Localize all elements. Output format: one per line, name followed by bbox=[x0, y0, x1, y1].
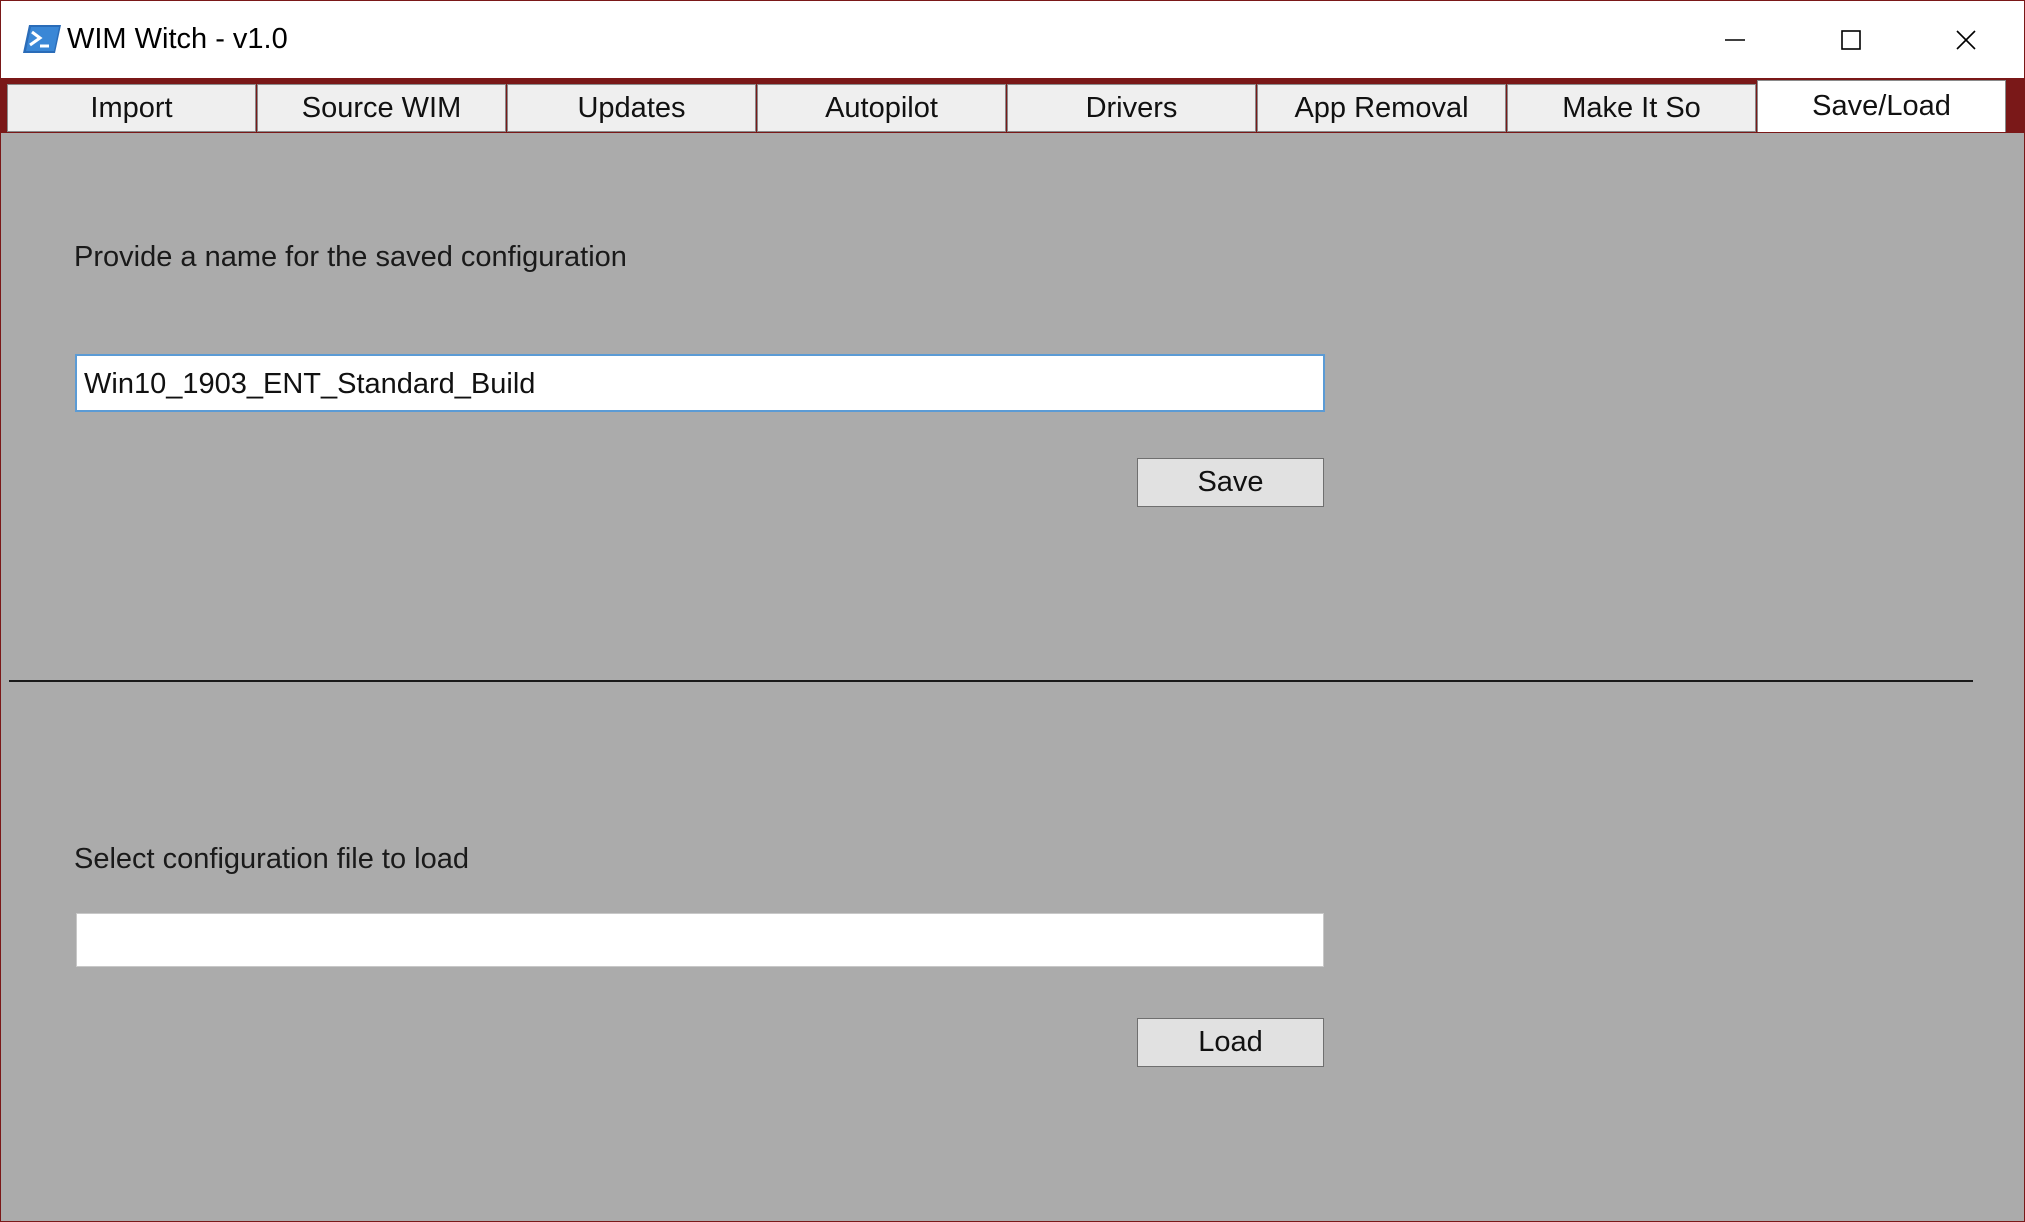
tab-app-removal[interactable]: App Removal bbox=[1257, 84, 1506, 132]
save-name-label: Provide a name for the saved configurati… bbox=[74, 241, 627, 273]
load-button[interactable]: Load bbox=[1137, 1018, 1324, 1067]
save-name-input[interactable]: Win10_1903_ENT_Standard_Build bbox=[75, 354, 1325, 412]
minimize-icon bbox=[1724, 29, 1746, 51]
title-bar[interactable]: WIM Witch - v1.0 bbox=[1, 1, 2024, 78]
tab-source-wim[interactable]: Source WIM bbox=[257, 84, 506, 132]
save-button[interactable]: Save bbox=[1137, 458, 1324, 507]
tab-updates[interactable]: Updates bbox=[507, 84, 756, 132]
close-icon bbox=[1955, 29, 1977, 51]
section-divider bbox=[9, 680, 1973, 682]
load-file-input[interactable] bbox=[76, 913, 1324, 967]
powershell-icon bbox=[23, 23, 61, 55]
window-title: WIM Witch - v1.0 bbox=[67, 23, 288, 55]
tab-strip: Import Source WIM Updates Autopilot Driv… bbox=[1, 78, 2024, 133]
app-window: WIM Witch - v1.0 Import Source WIM Updat… bbox=[0, 0, 2025, 1222]
maximize-icon bbox=[1840, 29, 1862, 51]
tab-save-load[interactable]: Save/Load bbox=[1757, 80, 2006, 132]
tab-autopilot[interactable]: Autopilot bbox=[757, 84, 1006, 132]
save-load-panel: Provide a name for the saved configurati… bbox=[7, 133, 2011, 1221]
maximize-button[interactable] bbox=[1793, 1, 1909, 78]
tab-make-it-so[interactable]: Make It So bbox=[1507, 84, 1756, 132]
minimize-button[interactable] bbox=[1677, 1, 1793, 78]
tab-drivers[interactable]: Drivers bbox=[1007, 84, 1256, 132]
load-file-label: Select configuration file to load bbox=[74, 843, 469, 875]
tab-import[interactable]: Import bbox=[7, 84, 256, 132]
close-button[interactable] bbox=[1908, 1, 2024, 78]
